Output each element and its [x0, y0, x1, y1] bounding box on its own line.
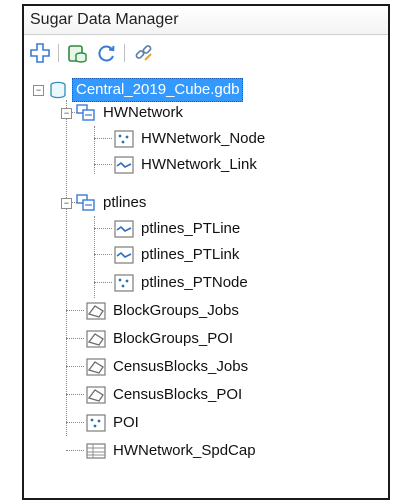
data-manager-panel: Sugar Data Manager − − − Central_2019_Cu…: [22, 4, 390, 500]
tree-item-ptlines-ptnode[interactable]: ptlines_PTNode: [114, 270, 251, 296]
collapse-root-toggle[interactable]: −: [33, 85, 44, 96]
tree-item-label: HWNetwork: [103, 104, 184, 121]
feature-dataset-icon: [76, 194, 96, 212]
point-featureclass-icon: [86, 414, 106, 432]
tree-item-label: POI: [113, 414, 139, 431]
polygon-featureclass-icon: [86, 302, 106, 320]
tree-item-label: ptlines: [103, 194, 147, 211]
tree-item-ptlines-ptline[interactable]: ptlines_PTLine: [114, 216, 243, 242]
tree-item-ptlines[interactable]: ptlines: [76, 190, 149, 216]
tree-item-label: HWNetwork_Link: [141, 156, 257, 173]
title-bar: Sugar Data Manager: [24, 6, 388, 35]
tree-item-blockgroups-jobs[interactable]: BlockGroups_Jobs: [86, 298, 242, 324]
tree-item-censusblocks-jobs[interactable]: CensusBlocks_Jobs: [86, 354, 251, 380]
tree-item-hwnetwork-node[interactable]: HWNetwork_Node: [114, 126, 268, 152]
tree-item-label: ptlines_PTNode: [141, 274, 248, 291]
tree-item-label: BlockGroups_POI: [113, 330, 234, 347]
catalog-tree: − − − Central_2019_Cube.gdb HWNetwork HW…: [24, 76, 388, 498]
tree-item-censusblocks-poi[interactable]: CensusBlocks_POI: [86, 382, 245, 408]
geodatabase-icon: [48, 81, 68, 99]
panel-title: Sugar Data Manager: [30, 11, 179, 28]
tree-item-blockgroups-poi[interactable]: BlockGroups_POI: [86, 326, 236, 352]
collapse-hwnetwork-toggle[interactable]: −: [61, 108, 72, 119]
tree-item-label: HWNetwork_SpdCap: [113, 442, 256, 459]
line-featureclass-icon: [114, 220, 134, 238]
refresh-icon[interactable]: [94, 41, 118, 65]
polygon-featureclass-icon: [86, 358, 106, 376]
point-featureclass-icon: [114, 274, 134, 292]
table-icon: [86, 442, 106, 460]
toolbar: [24, 35, 388, 71]
tree-item-hwnetwork[interactable]: HWNetwork: [76, 100, 186, 126]
tree-item-hwnetwork-spdcap[interactable]: HWNetwork_SpdCap: [86, 438, 259, 464]
point-featureclass-icon: [114, 130, 134, 148]
tree-item-label: CensusBlocks_Jobs: [113, 358, 249, 375]
tree-root-label: Central_2019_Cube.gdb: [72, 78, 244, 102]
tree-item-label: HWNetwork_Node: [141, 130, 266, 147]
line-featureclass-icon: [114, 246, 134, 264]
line-featureclass-icon: [114, 156, 134, 174]
add-icon[interactable]: [28, 41, 52, 65]
tree-item-poi[interactable]: POI: [86, 410, 142, 436]
polygon-featureclass-icon: [86, 386, 106, 404]
link-icon[interactable]: [132, 41, 156, 65]
tree-item-label: ptlines_PTLink: [141, 246, 240, 263]
feature-dataset-icon: [76, 104, 96, 122]
tree-item-label: CensusBlocks_POI: [113, 386, 243, 403]
collapse-ptlines-toggle[interactable]: −: [61, 198, 72, 209]
tree-item-hwnetwork-link[interactable]: HWNetwork_Link: [114, 152, 260, 178]
tree-item-label: ptlines_PTLine: [141, 220, 241, 237]
database-icon[interactable]: [66, 41, 90, 65]
tree-item-ptlines-ptlink[interactable]: ptlines_PTLink: [114, 242, 242, 268]
polygon-featureclass-icon: [86, 330, 106, 348]
tree-item-label: BlockGroups_Jobs: [113, 302, 239, 319]
